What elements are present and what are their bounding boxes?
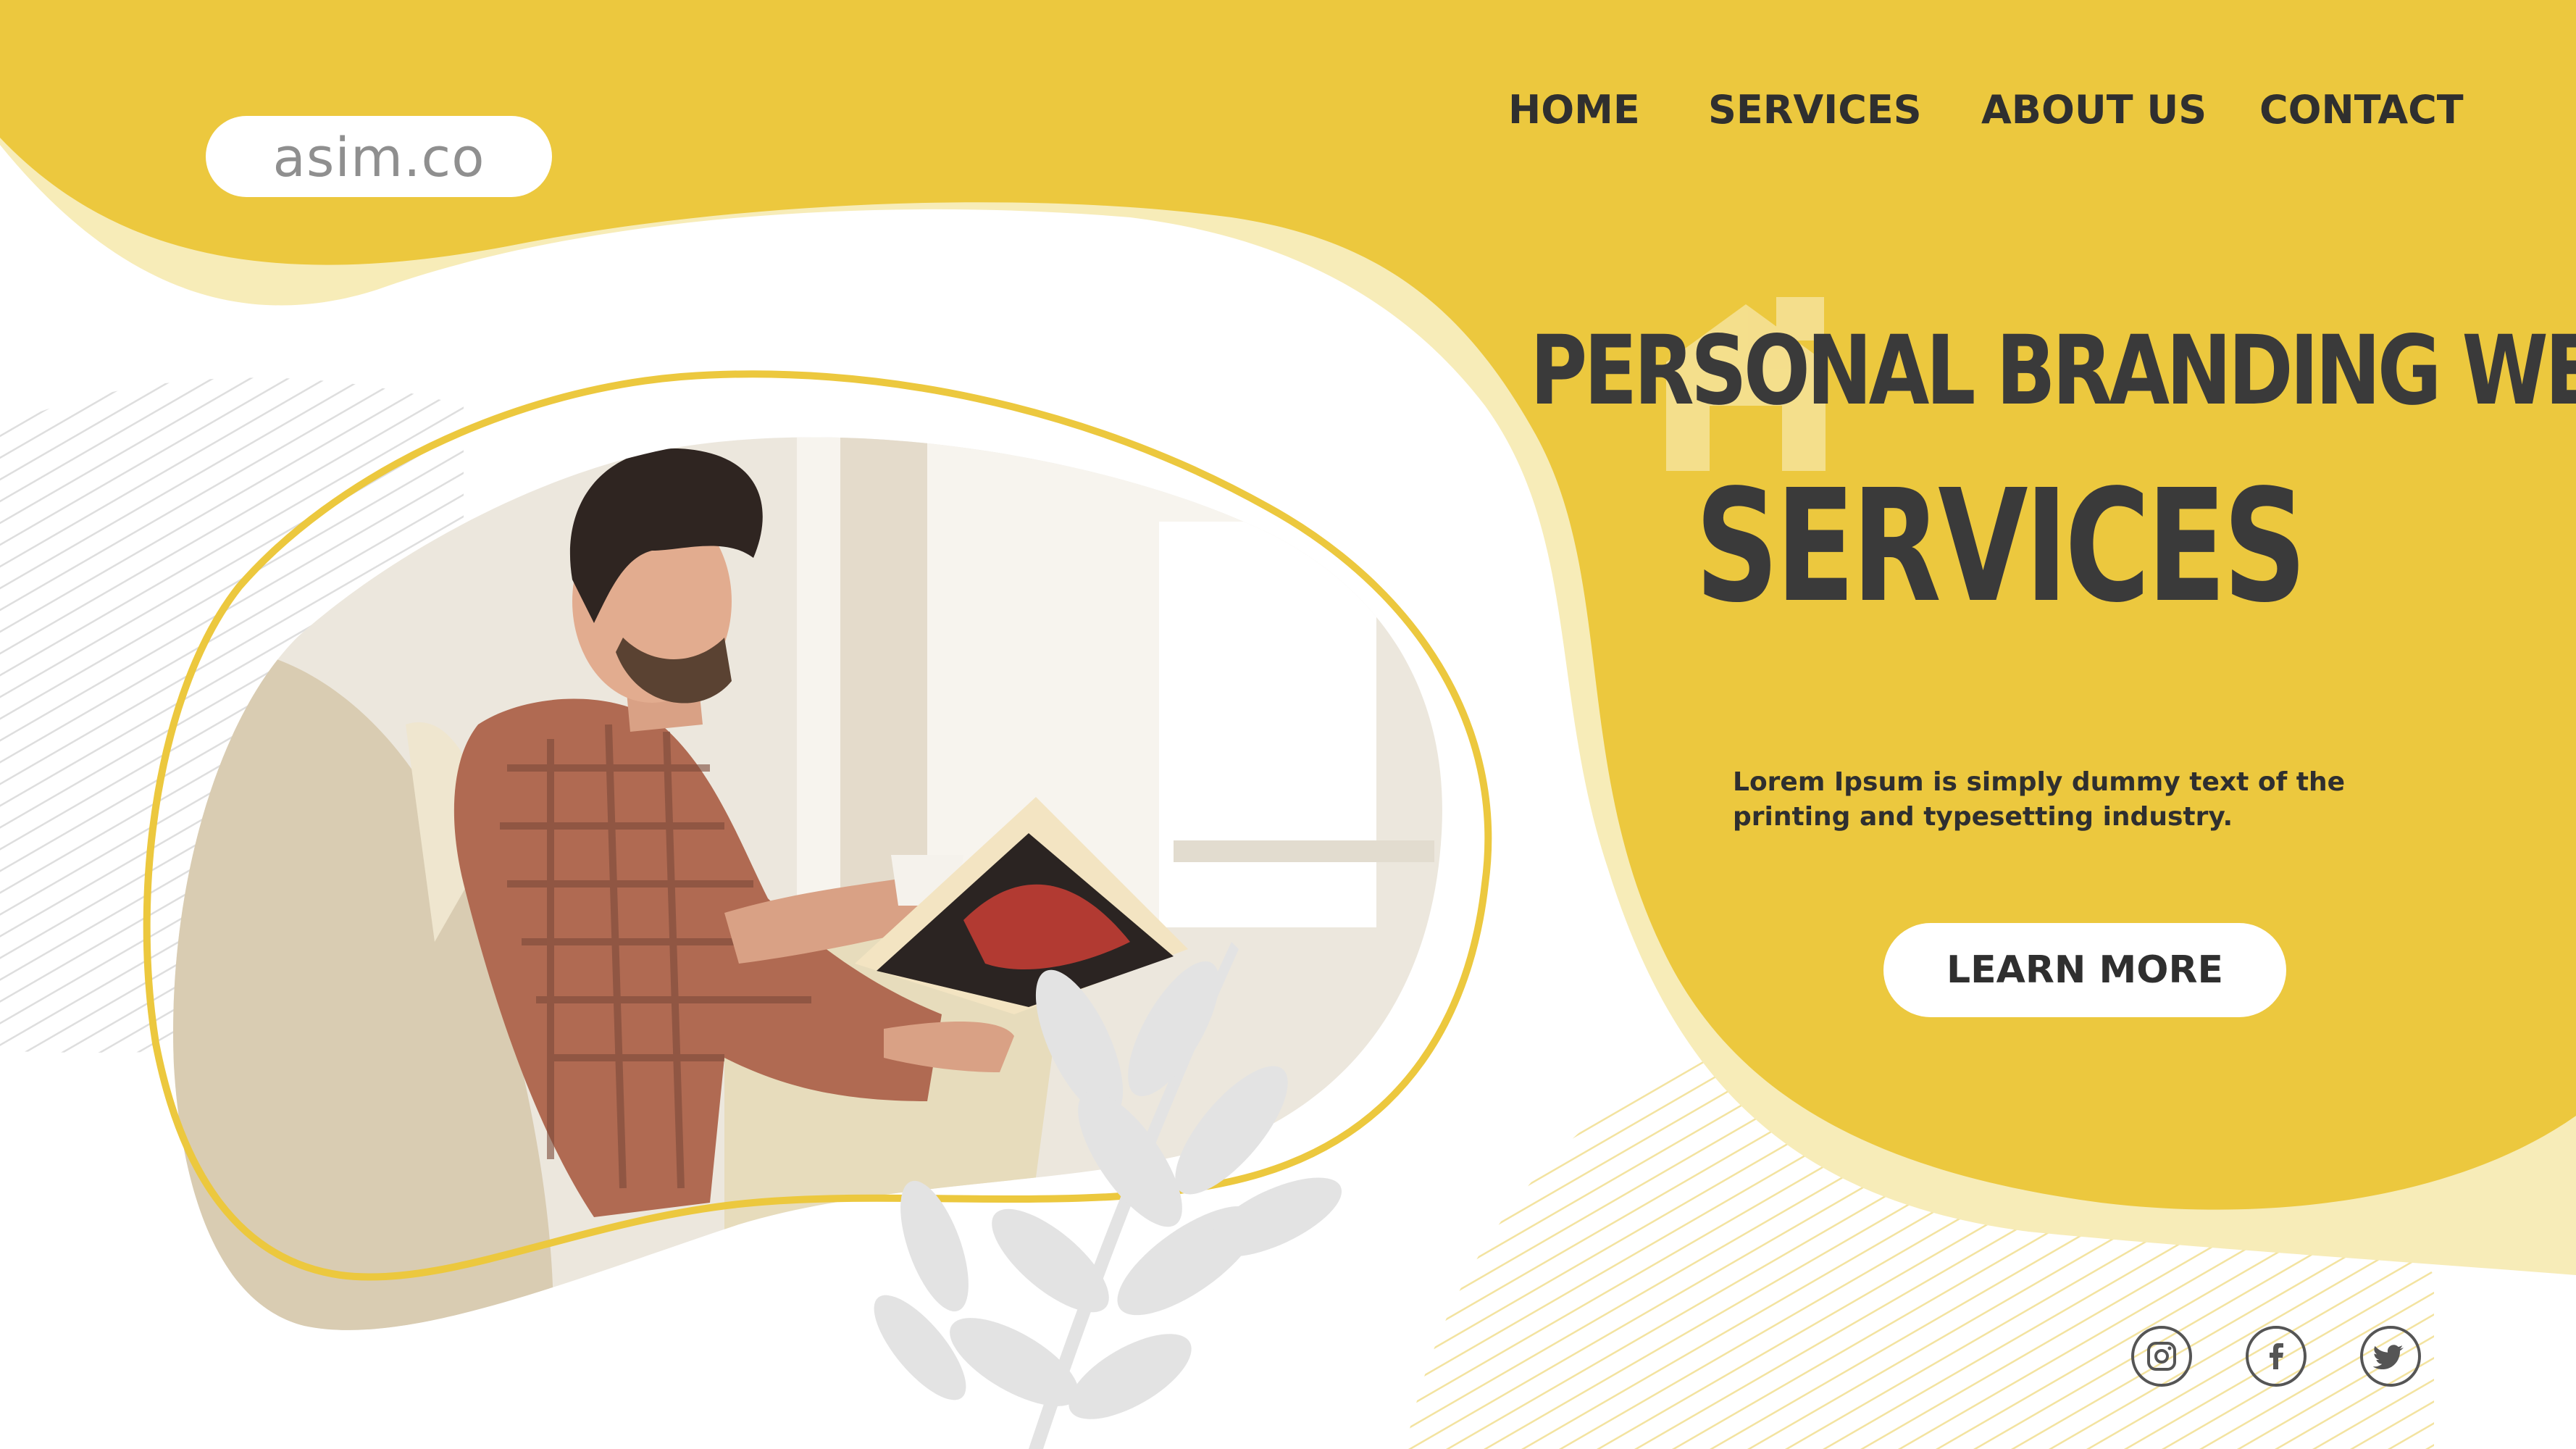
twitter-icon[interactable] <box>2360 1326 2421 1387</box>
instagram-glyph <box>2147 1342 2176 1371</box>
twitter-glyph <box>2372 1345 2404 1369</box>
nav-contact[interactable]: CONTACT <box>2259 87 2464 145</box>
instagram-icon[interactable] <box>2131 1326 2192 1387</box>
facebook-glyph <box>2270 1343 2283 1369</box>
hero-description: Lorem Ipsum is simply dummy text of the … <box>1733 767 2346 832</box>
facebook-icon[interactable] <box>2246 1326 2307 1387</box>
logo-text: asim.co <box>272 127 485 189</box>
hero-title: PERSONAL BRANDING WEB <box>1530 315 2576 427</box>
learn-more-button[interactable]: LEARN MORE <box>1883 923 2286 1017</box>
nav-about-us[interactable]: ABOUT US <box>1981 87 2207 145</box>
hero-subtitle: SERVICES <box>1695 456 2307 637</box>
nav-home[interactable]: HOME <box>1508 87 1640 145</box>
background-artwork <box>0 0 2576 1449</box>
logo-pill[interactable]: asim.co <box>206 116 552 197</box>
nav-services[interactable]: SERVICES <box>1708 87 1922 145</box>
